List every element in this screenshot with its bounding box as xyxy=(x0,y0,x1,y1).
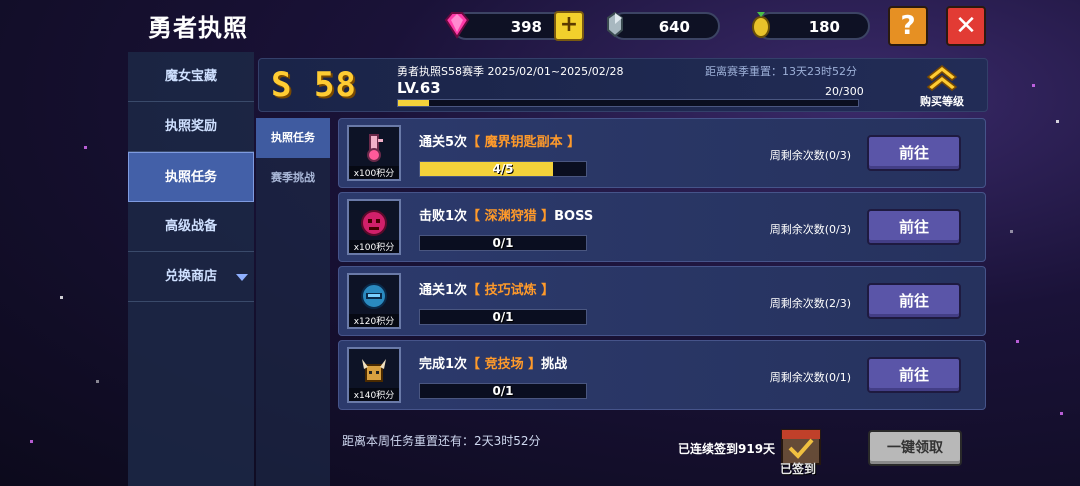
task-points: x100积分 xyxy=(349,166,399,179)
task-description: 通关5次【 魔界钥匙副本 】 xyxy=(419,135,581,150)
crystal-count: 640 xyxy=(658,18,690,36)
tab-license-tasks[interactable]: 执照任务 xyxy=(256,118,330,158)
sidebar-item-label: 兑换商店 xyxy=(164,269,217,284)
sidebar-item-license-rewards[interactable]: 执照奖励 xyxy=(128,102,254,152)
task-description: 完成1次【 竞技场 】挑战 xyxy=(419,357,568,372)
task-reward: x120积分 xyxy=(347,273,401,329)
season-title: 勇者执照S58赛季 2025/02/01~2025/02/28 xyxy=(397,65,624,78)
sidebar-item-license-tasks[interactable]: 执照任务 xyxy=(128,152,254,202)
tab-season-challenge[interactable]: 赛季挑战 xyxy=(256,158,330,198)
sub-navigation: 执照任务 赛季挑战 xyxy=(256,118,330,486)
task-progress-text: 0/1 xyxy=(492,236,514,250)
sidebar-item-exchange-shop[interactable]: 兑换商店 xyxy=(128,252,254,302)
page-title: 勇者执照 xyxy=(148,14,248,42)
signed-in-label: 已签到 xyxy=(780,462,817,476)
task-row: x120积分 通关1次【 技巧试炼 】 0/1 周剩余次数(2/3) 前往 xyxy=(338,266,986,336)
level-xp-text: 20/300 xyxy=(825,85,864,98)
sidebar: 魔女宝藏 执照奖励 执照任务 高级战备 兑换商店 xyxy=(128,52,254,486)
crystal-icon xyxy=(607,11,623,38)
close-button[interactable]: ✕ xyxy=(946,6,986,46)
season-reset-timer: 距离赛季重置：13天23时52分 xyxy=(705,65,857,78)
go-button[interactable]: 前往 xyxy=(867,283,961,319)
license-level: LV.63 xyxy=(397,79,441,97)
task-reward: x100积分 xyxy=(347,199,401,255)
seed-count: 180 xyxy=(808,18,840,36)
sidebar-item-advanced-gear[interactable]: 高级战备 xyxy=(128,202,254,252)
claim-all-button[interactable]: 一键领取 xyxy=(868,430,962,466)
go-button[interactable]: 前往 xyxy=(867,135,961,171)
demon-icon xyxy=(361,210,387,236)
buy-level-button[interactable]: 购买等级 xyxy=(909,63,975,109)
double-chevron-up-icon xyxy=(926,65,958,91)
task-progress-text: 0/1 xyxy=(492,310,514,324)
level-xp-fill xyxy=(398,100,429,106)
helmet-icon xyxy=(361,283,387,309)
task-weekly-remaining: 周剩余次数(0/3) xyxy=(769,149,851,162)
go-button[interactable]: 前往 xyxy=(867,209,961,245)
level-xp-bar xyxy=(397,99,859,107)
task-reward: x100积分 xyxy=(347,125,401,181)
task-progress-bar: 0/1 xyxy=(419,309,587,325)
task-progress-text: 0/1 xyxy=(492,384,514,398)
go-button[interactable]: 前往 xyxy=(867,357,961,393)
task-row: x100积分 通关5次【 魔界钥匙副本 】 4/5 周剩余次数(0/3) 前往 xyxy=(338,118,986,188)
season-badge: S 58 xyxy=(271,65,357,105)
task-row: x140积分 完成1次【 竞技场 】挑战 0/1 周剩余次数(0/1) 前往 xyxy=(338,340,986,410)
seed-icon xyxy=(752,12,770,38)
task-row: x100积分 击败1次【 深渊狩猎 】BOSS 0/1 周剩余次数(0/3) 前… xyxy=(338,192,986,262)
gem-counter: 398 + xyxy=(444,11,584,41)
seed-counter: 180 xyxy=(752,12,870,40)
task-reward: x140积分 xyxy=(347,347,401,403)
chevron-down-icon xyxy=(236,274,248,281)
task-weekly-remaining: 周剩余次数(0/1) xyxy=(769,371,851,384)
task-points: x100积分 xyxy=(349,240,399,253)
crystal-counter: 640 xyxy=(607,11,720,40)
add-gems-button[interactable]: + xyxy=(554,11,584,41)
task-progress-bar: 0/1 xyxy=(419,235,587,251)
sidebar-item-witch-treasure[interactable]: 魔女宝藏 xyxy=(128,52,254,102)
help-button[interactable]: ? xyxy=(888,6,928,46)
sign-in-streak: 已连续签到919天 xyxy=(678,442,776,456)
weekly-reset-timer: 距离本周任务重置还有：2天3时52分 xyxy=(342,434,541,448)
task-progress-bar: 0/1 xyxy=(419,383,587,399)
task-weekly-remaining: 周剩余次数(2/3) xyxy=(769,297,851,310)
gem-count: 398 xyxy=(510,18,542,36)
season-header: S 58 勇者执照S58赛季 2025/02/01~2025/02/28 距离赛… xyxy=(258,58,988,112)
task-weekly-remaining: 周剩余次数(0/3) xyxy=(769,223,851,236)
key-icon xyxy=(367,134,383,162)
task-description: 通关1次【 技巧试炼 】 xyxy=(419,283,555,298)
task-description: 击败1次【 深渊狩猎 】BOSS xyxy=(419,209,594,224)
task-points: x120积分 xyxy=(349,314,399,327)
buy-level-label: 购买等级 xyxy=(920,95,964,108)
task-progress-bar: 4/5 xyxy=(419,161,587,177)
task-points: x140积分 xyxy=(349,388,399,401)
gem-icon xyxy=(444,12,470,39)
task-progress-text: 4/5 xyxy=(492,162,514,176)
viking-helmet-icon xyxy=(362,359,386,382)
